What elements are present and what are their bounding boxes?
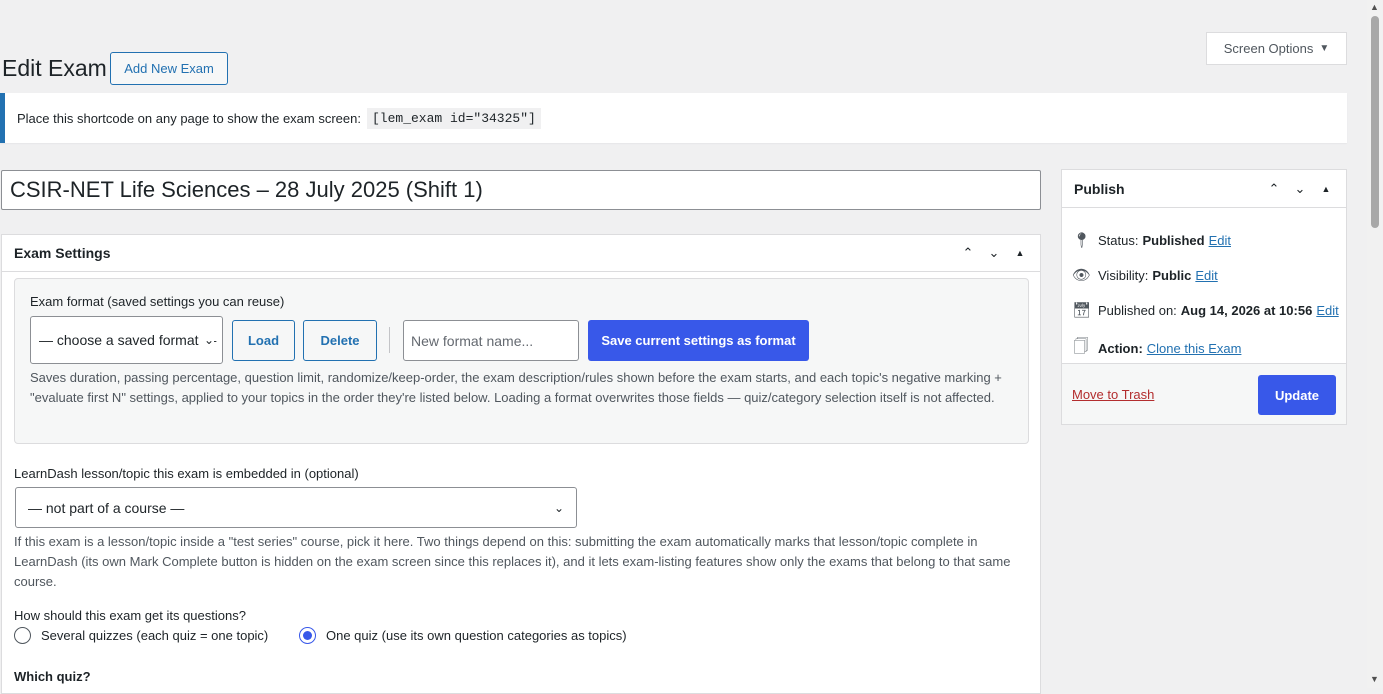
move-down-icon[interactable]: ⌄ — [1292, 181, 1308, 197]
box-handle-actions: ⌃ ⌄ ▲ — [1266, 181, 1334, 197]
calendar-icon: 📅︎ — [1072, 302, 1092, 319]
exam-format-label: Exam format (saved settings you can reus… — [30, 294, 285, 309]
shortcode: [lem_exam id="34325"] — [366, 107, 541, 129]
scroll-up-arrow-icon[interactable]: ▲ — [1370, 2, 1379, 12]
publish-heading: Publish — [1074, 180, 1125, 197]
visibility-label: Visibility: — [1098, 267, 1149, 283]
saved-format-value: — choose a saved format — — [39, 332, 217, 348]
publish-header: Publish ⌃ ⌄ ▲ — [1062, 170, 1346, 208]
exam-settings-heading: Exam Settings — [14, 245, 111, 261]
scrollbar-thumb[interactable] — [1371, 16, 1379, 228]
exam-settings-box: Exam Settings ⌃ ⌄ ▲ Exam format (saved s… — [1, 234, 1041, 694]
shortcode-notice: Place this shortcode on any page to show… — [0, 93, 1347, 143]
status-label: Status: — [1098, 232, 1139, 248]
published-label: Published on: — [1098, 302, 1177, 318]
visibility-edit-link[interactable]: Edit — [1195, 268, 1217, 283]
toggle-panel-icon[interactable]: ▲ — [1012, 248, 1028, 258]
radio-several-quizzes[interactable]: Several quizzes (each quiz = one topic) — [14, 627, 268, 644]
new-format-name-input[interactable]: New format name... — [403, 320, 579, 361]
status-row: 📍︎ Status: Published Edit — [1072, 231, 1231, 249]
screen-options-button[interactable]: Screen Options ▼ — [1206, 32, 1347, 65]
exam-format-panel: Exam format (saved settings you can reus… — [14, 278, 1029, 444]
toggle-panel-icon[interactable]: ▲ — [1318, 184, 1334, 194]
radio-one-quiz[interactable]: One quiz (use its own question categorie… — [299, 627, 627, 644]
save-format-button[interactable]: Save current settings as format — [588, 320, 809, 361]
radio-button-checked[interactable] — [299, 627, 316, 644]
move-up-icon[interactable]: ⌃ — [960, 245, 976, 261]
learndash-select[interactable]: — not part of a course — ⌄ — [15, 487, 577, 528]
radio-one-label: One quiz (use its own question categorie… — [326, 628, 627, 643]
chevron-down-icon: ⌄ — [201, 333, 214, 347]
learndash-label: LearnDash lesson/topic this exam is embe… — [14, 466, 359, 481]
move-up-icon[interactable]: ⌃ — [1266, 181, 1282, 197]
page-scrollbar[interactable]: ▲ ▼ — [1367, 0, 1383, 688]
publish-actions: Move to Trash Update — [1062, 363, 1346, 424]
add-new-exam-button[interactable]: Add New Exam — [110, 52, 228, 85]
exam-title-value: CSIR-NET Life Sciences – 28 July 2025 (S… — [10, 177, 483, 202]
radio-button[interactable] — [14, 627, 31, 644]
learndash-select-value: — not part of a course — — [28, 499, 185, 516]
questions-source-label: How should this exam get its questions? — [14, 608, 246, 623]
exam-title-input[interactable]: CSIR-NET Life Sciences – 28 July 2025 (S… — [1, 170, 1041, 210]
scroll-down-arrow-icon[interactable]: ▼ — [1370, 674, 1379, 684]
publish-box: Publish ⌃ ⌄ ▲ 📍︎ Status: Published Edit … — [1061, 169, 1347, 425]
notice-text: Place this shortcode on any page to show… — [17, 110, 361, 126]
move-down-icon[interactable]: ⌄ — [986, 245, 1002, 261]
divider — [389, 327, 390, 353]
status-value: Published — [1142, 232, 1205, 248]
which-quiz-label: Which quiz? — [14, 669, 91, 684]
format-help-text: Saves duration, passing percentage, ques… — [30, 370, 1002, 405]
learndash-help-text: If this exam is a lesson/topic inside a … — [14, 534, 1011, 589]
action-row: 🗍︎ Action: Clone this Exam — [1072, 336, 1242, 361]
status-edit-link[interactable]: Edit — [1209, 233, 1231, 248]
caret-down-icon: ▼ — [1319, 43, 1330, 54]
copy-icon: 🗍︎ — [1073, 338, 1089, 355]
clone-exam-link[interactable]: Clone this Exam — [1147, 341, 1242, 356]
update-button[interactable]: Update — [1258, 375, 1336, 415]
screen-options-label: Screen Options — [1223, 41, 1314, 56]
load-format-button[interactable]: Load — [232, 320, 295, 361]
chevron-down-icon: ⌄ — [553, 500, 564, 515]
delete-format-button[interactable]: Delete — [303, 320, 377, 361]
box-handle-actions: ⌃ ⌄ ▲ — [960, 245, 1028, 261]
action-label: Action: — [1098, 341, 1143, 356]
published-edit-link[interactable]: Edit — [1316, 303, 1338, 318]
eye-icon: 👁︎ — [1072, 267, 1092, 284]
new-format-placeholder: New format name... — [411, 332, 534, 349]
visibility-row: 👁︎ Visibility: Public Edit — [1072, 266, 1218, 284]
move-to-trash-link[interactable]: Move to Trash — [1072, 387, 1154, 402]
published-on-row: 📅︎ Published on: Aug 14, 2026 at 10:56 E… — [1072, 301, 1339, 319]
exam-settings-header: Exam Settings ⌃ ⌄ ▲ — [2, 235, 1040, 272]
saved-format-select[interactable]: — choose a saved format — ⌄ — [30, 316, 223, 364]
published-value: Aug 14, 2026 at 10:56 — [1180, 302, 1313, 318]
radio-several-label: Several quizzes (each quiz = one topic) — [41, 628, 269, 643]
pin-icon: 📍︎ — [1072, 232, 1092, 249]
visibility-value: Public — [1152, 267, 1192, 283]
page-title: Edit Exam — [2, 55, 107, 81]
